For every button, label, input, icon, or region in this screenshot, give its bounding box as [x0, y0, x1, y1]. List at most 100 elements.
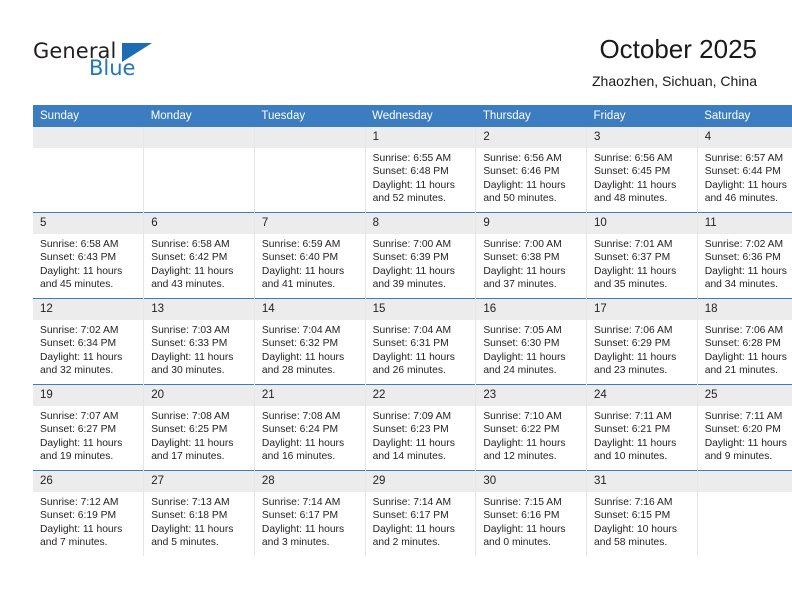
- sunset-text: Sunset: 6:23 PM: [372, 424, 449, 436]
- daylight-text: and 17 minutes.: [151, 451, 225, 463]
- calendar-day-cell[interactable]: 28 Sunrise: 7:14 AM Sunset: 6:17 PM Dayligh…: [254, 470, 366, 556]
- calendar-day-cell[interactable]: 15 Sunrise: 7:04 AM Sunset: 6:31 PM Dayligh…: [365, 298, 477, 385]
- calendar-day-cell[interactable]: 20 Sunrise: 7:08 AM Sunset: 6:25 PM Dayligh…: [143, 384, 255, 471]
- calendar-day-cell[interactable]: 14 Sunrise: 7:04 AM Sunset: 6:32 PM Dayligh…: [254, 298, 366, 385]
- day-number: 7: [254, 213, 365, 234]
- daylight-text: Daylight: 11 hours: [40, 437, 123, 449]
- sunrise-text: Sunrise: 6:56 AM: [594, 153, 673, 164]
- calendar-day-cell[interactable]: 13 Sunrise: 7:03 AM Sunset: 6:33 PM Dayligh…: [143, 298, 255, 385]
- day-cell-inner: 2 Sunrise: 6:56 AM Sunset: 6:46 PM Daylight…: [476, 127, 587, 212]
- sunrise-text: Sunrise: 7:02 AM: [704, 239, 784, 250]
- day-details: [33, 148, 143, 152]
- day-cell-inner: [697, 471, 792, 556]
- daylight-text: and 2 minutes.: [372, 537, 441, 549]
- calendar-day-cell[interactable]: 23 Sunrise: 7:10 AM Sunset: 6:22 PM Dayligh…: [475, 384, 588, 471]
- calendar-day-cell[interactable]: 8 Sunrise: 7:00 AM Sunset: 6:39 PM Daylight…: [365, 212, 477, 299]
- calendar-day-cell[interactable]: 10 Sunrise: 7:01 AM Sunset: 6:37 PM Dayligh…: [586, 212, 698, 299]
- day-details: [255, 148, 365, 152]
- calendar-day-cell[interactable]: 27 Sunrise: 7:13 AM Sunset: 6:18 PM Dayligh…: [143, 470, 255, 556]
- daylight-text: Daylight: 11 hours: [261, 437, 345, 449]
- day-number: 5: [33, 213, 144, 234]
- calendar-day-cell[interactable]: 22 Sunrise: 7:09 AM Sunset: 6:23 PM Dayligh…: [365, 384, 477, 471]
- day-cell-inner: 28 Sunrise: 7:14 AM Sunset: 6:17 PM Dayligh…: [254, 471, 365, 556]
- daylight-text: and 9 minutes.: [704, 451, 773, 463]
- daylight-text: Daylight: 11 hours: [704, 437, 787, 449]
- day-cell-inner: 3 Sunrise: 6:56 AM Sunset: 6:45 PM Daylight…: [587, 127, 697, 212]
- day-number: 22: [365, 385, 476, 406]
- calendar-day-cell[interactable]: 29 Sunrise: 7:14 AM Sunset: 6:17 PM Dayligh…: [365, 470, 477, 556]
- day-number: 11: [697, 213, 792, 234]
- calendar-day-cell[interactable]: 7 Sunrise: 6:59 AM Sunset: 6:40 PM Daylight…: [254, 212, 366, 299]
- sunset-text: Sunset: 6:39 PM: [372, 252, 449, 264]
- sunrise-text: Sunrise: 6:58 AM: [151, 239, 230, 250]
- day-number: 3: [587, 127, 697, 148]
- day-number: 8: [365, 213, 476, 234]
- calendar-week-row: 26 Sunrise: 7:12 AM Sunset: 6:19 PM Dayligh…: [33, 470, 792, 556]
- weekday-header-thursday: Thursday: [475, 105, 587, 127]
- sunset-text: Sunset: 6:21 PM: [594, 424, 671, 436]
- day-details: Sunrise: 7:02 AM Sunset: 6:34 PM Daylight:…: [33, 320, 143, 378]
- calendar-day-cell[interactable]: 31 Sunrise: 7:16 AM Sunset: 6:15 PM Dayligh…: [586, 470, 698, 556]
- calendar-day-cell[interactable]: 5 Sunrise: 6:58 AM Sunset: 6:43 PM Daylight…: [33, 212, 145, 299]
- calendar-day-cell[interactable]: 19 Sunrise: 7:07 AM Sunset: 6:27 PM Dayligh…: [33, 384, 145, 471]
- calendar-day-cell[interactable]: 25 Sunrise: 7:11 AM Sunset: 6:20 PM Dayligh…: [697, 384, 792, 471]
- calendar-day-cell[interactable]: 24 Sunrise: 7:11 AM Sunset: 6:21 PM Dayligh…: [586, 384, 698, 471]
- calendar-day-cell[interactable]: 16 Sunrise: 7:05 AM Sunset: 6:30 PM Dayligh…: [475, 298, 588, 385]
- sunrise-text: Sunrise: 7:06 AM: [594, 325, 673, 336]
- day-cell-inner: 8 Sunrise: 7:00 AM Sunset: 6:39 PM Daylight…: [365, 213, 476, 298]
- day-cell-inner: [254, 127, 365, 212]
- calendar-day-cell[interactable]: 6 Sunrise: 6:58 AM Sunset: 6:42 PM Daylight…: [143, 212, 255, 299]
- day-number: 4: [697, 127, 792, 148]
- weekday-header-saturday: Saturday: [697, 105, 792, 127]
- day-number: 15: [365, 299, 476, 320]
- sunset-text: Sunset: 6:29 PM: [594, 338, 671, 350]
- calendar-day-cell[interactable]: 18 Sunrise: 7:06 AM Sunset: 6:28 PM Dayligh…: [697, 298, 792, 385]
- day-number: 1: [365, 127, 476, 148]
- calendar-day-cell[interactable]: 11 Sunrise: 7:02 AM Sunset: 6:36 PM Dayligh…: [697, 212, 792, 299]
- daylight-text: Daylight: 11 hours: [261, 523, 345, 535]
- daylight-text: and 16 minutes.: [261, 451, 336, 463]
- calendar-day-cell[interactable]: 4 Sunrise: 6:57 AM Sunset: 6:44 PM Daylight…: [697, 127, 792, 213]
- sunset-text: Sunset: 6:45 PM: [594, 166, 671, 178]
- page-title: October 2025: [599, 34, 757, 64]
- sunset-text: Sunset: 6:32 PM: [261, 338, 339, 350]
- daylight-text: and 10 minutes.: [594, 451, 668, 463]
- daylight-text: Daylight: 11 hours: [372, 523, 455, 535]
- sunrise-text: Sunrise: 7:14 AM: [261, 497, 341, 508]
- daylight-text: Daylight: 11 hours: [151, 437, 234, 449]
- calendar-day-cell[interactable]: 1 Sunrise: 6:55 AM Sunset: 6:48 PM Daylight…: [365, 127, 477, 213]
- day-cell-inner: 24 Sunrise: 7:11 AM Sunset: 6:21 PM Dayligh…: [587, 385, 697, 470]
- calendar-day-cell[interactable]: 12 Sunrise: 7:02 AM Sunset: 6:34 PM Dayligh…: [33, 298, 145, 385]
- day-number: [254, 127, 365, 148]
- day-cell-inner: 12 Sunrise: 7:02 AM Sunset: 6:34 PM Dayligh…: [33, 299, 144, 384]
- sunrise-text: Sunrise: 7:02 AM: [40, 325, 119, 336]
- daylight-text: and 26 minutes.: [372, 365, 446, 377]
- sunset-text: Sunset: 6:44 PM: [704, 166, 781, 178]
- daylight-text: and 12 minutes.: [483, 451, 557, 463]
- daylight-text: Daylight: 11 hours: [483, 437, 566, 449]
- daylight-text: Daylight: 10 hours: [594, 523, 678, 535]
- day-number: 23: [476, 385, 587, 406]
- calendar-day-cell[interactable]: 9 Sunrise: 7:00 AM Sunset: 6:38 PM Daylight…: [475, 212, 588, 299]
- calendar-day-cell-empty: [254, 127, 366, 213]
- calendar-day-cell[interactable]: 21 Sunrise: 7:08 AM Sunset: 6:24 PM Dayligh…: [254, 384, 366, 471]
- daylight-text: and 50 minutes.: [483, 193, 557, 205]
- day-details: Sunrise: 7:00 AM Sunset: 6:38 PM Daylight:…: [476, 234, 586, 292]
- sunrise-text: Sunrise: 6:55 AM: [372, 153, 452, 164]
- sunset-text: Sunset: 6:28 PM: [704, 338, 781, 350]
- day-details: Sunrise: 7:03 AM Sunset: 6:33 PM Daylight:…: [144, 320, 254, 378]
- calendar-day-cell[interactable]: 30 Sunrise: 7:15 AM Sunset: 6:16 PM Dayligh…: [475, 470, 588, 556]
- day-number: 10: [587, 213, 697, 234]
- day-number: 29: [365, 471, 476, 492]
- day-number: [144, 127, 254, 148]
- calendar-day-cell[interactable]: 17 Sunrise: 7:06 AM Sunset: 6:29 PM Dayligh…: [586, 298, 698, 385]
- calendar-day-cell[interactable]: 3 Sunrise: 6:56 AM Sunset: 6:45 PM Daylight…: [586, 127, 698, 213]
- calendar-day-cell[interactable]: 2 Sunrise: 6:56 AM Sunset: 6:46 PM Daylight…: [475, 127, 588, 213]
- title-block: October 2025 Zhaozhen, Sichuan, China: [592, 33, 757, 91]
- day-details: Sunrise: 6:56 AM Sunset: 6:45 PM Daylight:…: [587, 148, 697, 206]
- general-blue-logo[interactable]: General Blue: [33, 40, 183, 86]
- sunrise-text: Sunrise: 7:00 AM: [483, 239, 562, 250]
- calendar-day-cell[interactable]: 26 Sunrise: 7:12 AM Sunset: 6:19 PM Dayligh…: [33, 470, 145, 556]
- day-details: Sunrise: 6:58 AM Sunset: 6:43 PM Daylight:…: [33, 234, 143, 292]
- daylight-text: and 45 minutes.: [40, 279, 114, 291]
